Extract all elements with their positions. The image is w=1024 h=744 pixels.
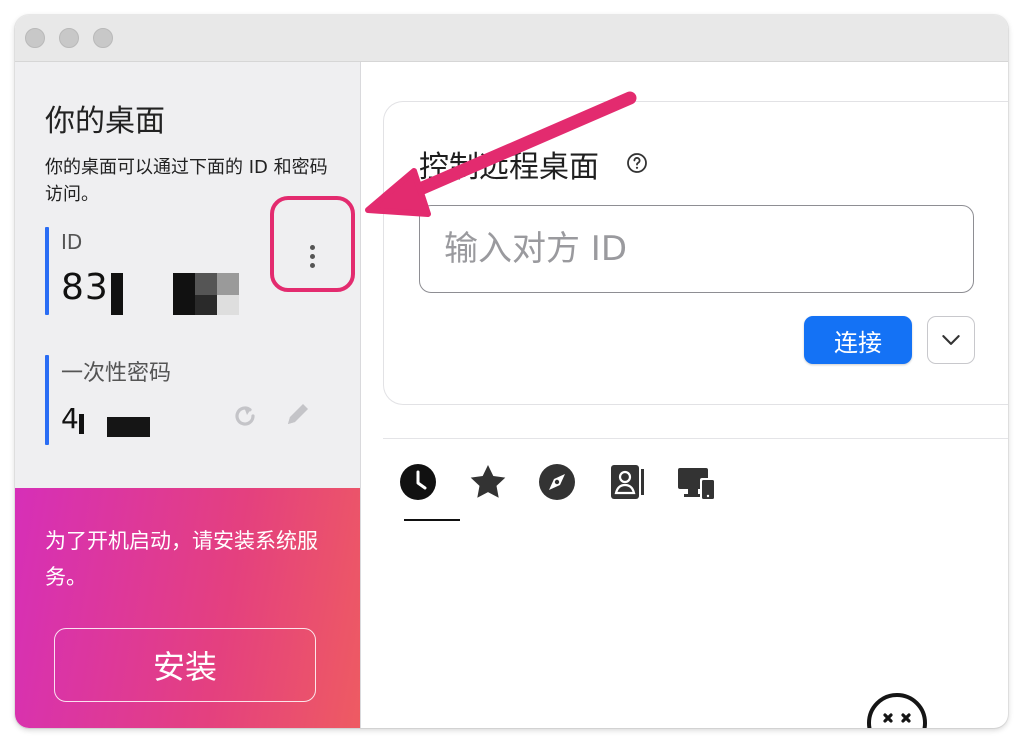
id-more-menu-button[interactable]	[300, 240, 326, 274]
id-redaction	[173, 273, 195, 315]
section-divider	[383, 438, 1008, 439]
remote-control-card: 控制远程桌面 连接	[383, 101, 1008, 405]
compass-icon[interactable]	[535, 460, 579, 504]
sidebar: 你的桌面 你的桌面可以通过下面的 ID 和密码访问。 ID 83 一次性密码 4…	[15, 62, 361, 728]
install-service-promo: 为了开机启动，请安装系统服务。 安装	[15, 488, 360, 728]
star-icon[interactable]	[466, 460, 510, 504]
zoom-window-button[interactable]	[93, 28, 113, 48]
id-value: 83	[61, 267, 109, 308]
id-redaction	[195, 273, 217, 295]
active-tab-indicator	[404, 519, 460, 521]
clock-icon[interactable]	[396, 460, 440, 504]
remote-id-input[interactable]	[419, 205, 974, 293]
id-accent-bar	[45, 227, 49, 315]
refresh-icon[interactable]	[230, 402, 260, 432]
password-value: 4	[61, 402, 79, 435]
password-redaction	[79, 414, 84, 434]
password-redaction	[107, 417, 150, 437]
password-accent-bar	[45, 355, 49, 445]
devices-icon[interactable]	[674, 460, 718, 504]
id-redaction	[111, 273, 123, 315]
id-redaction	[195, 295, 217, 315]
pencil-icon[interactable]	[282, 400, 314, 432]
chevron-down-icon	[942, 335, 960, 345]
status-face-icon	[867, 693, 927, 728]
sidebar-title: 你的桌面	[45, 104, 165, 139]
help-icon[interactable]	[626, 152, 648, 174]
address-book-icon[interactable]	[604, 460, 648, 504]
sidebar-description: 你的桌面可以通过下面的 ID 和密码访问。	[45, 157, 328, 205]
password-label: 一次性密码	[61, 361, 172, 386]
promo-text: 为了开机启动，请安装系统服务。	[45, 529, 318, 589]
title-bar	[15, 15, 1008, 62]
connect-options-dropdown[interactable]	[927, 316, 975, 364]
close-window-button[interactable]	[25, 28, 45, 48]
install-button[interactable]: 安装	[54, 628, 316, 702]
card-title: 控制远程桌面	[419, 150, 599, 185]
id-redaction	[217, 295, 239, 315]
connect-button[interactable]: 连接	[804, 316, 912, 364]
app-window: 你的桌面 你的桌面可以通过下面的 ID 和密码访问。 ID 83 一次性密码 4…	[15, 15, 1008, 728]
id-redaction	[217, 273, 239, 295]
minimize-window-button[interactable]	[59, 28, 79, 48]
id-label: ID	[61, 230, 83, 254]
